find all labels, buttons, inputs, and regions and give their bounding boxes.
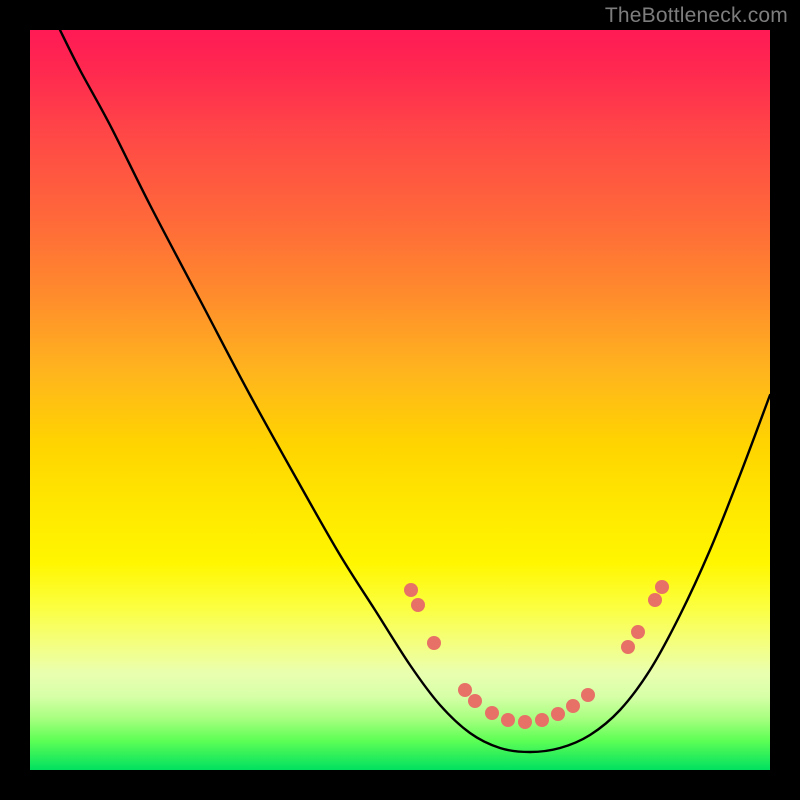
bottleneck-curve — [60, 30, 770, 752]
data-marker — [631, 625, 645, 639]
chart-svg — [30, 30, 770, 770]
data-marker — [648, 593, 662, 607]
data-marker — [518, 715, 532, 729]
data-marker — [458, 683, 472, 697]
data-marker — [427, 636, 441, 650]
data-marker — [581, 688, 595, 702]
data-marker — [551, 707, 565, 721]
watermark-text: TheBottleneck.com — [605, 4, 788, 28]
data-marker — [468, 694, 482, 708]
plot-frame — [30, 30, 770, 770]
data-marker — [655, 580, 669, 594]
data-marker — [501, 713, 515, 727]
data-marker — [404, 583, 418, 597]
curve-path — [60, 30, 770, 752]
data-marker — [535, 713, 549, 727]
data-marker — [485, 706, 499, 720]
marker-group — [404, 580, 669, 729]
data-marker — [411, 598, 425, 612]
data-marker — [621, 640, 635, 654]
data-marker — [566, 699, 580, 713]
